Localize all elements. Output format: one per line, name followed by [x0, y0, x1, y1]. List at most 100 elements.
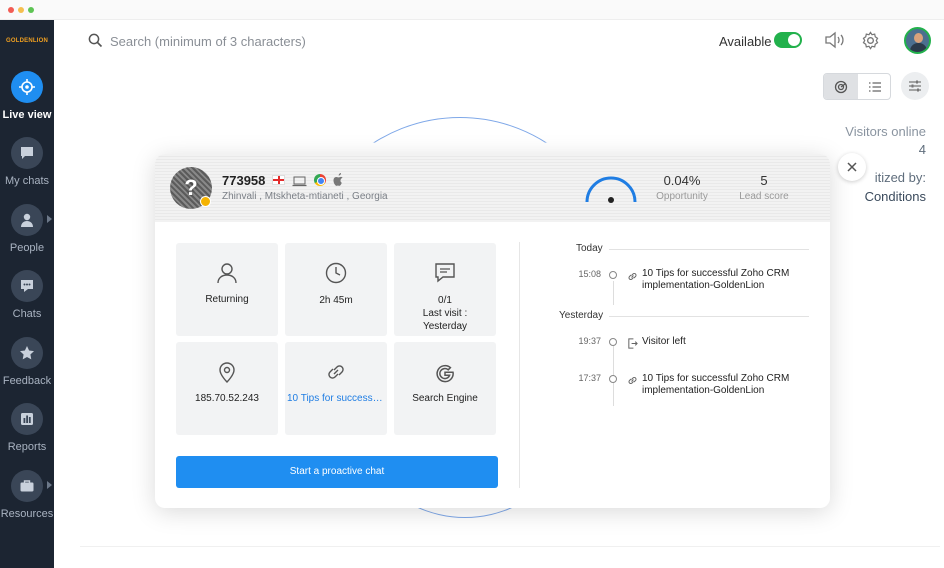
visitor-card: ? 773958 Zhinvali , Mtskheta-mtianeti , …: [155, 154, 830, 508]
close-card-button[interactable]: [838, 153, 866, 181]
timeline-time: 17:37: [578, 373, 601, 383]
chats-tile: 0/1 Last visit : Yesterday: [394, 243, 496, 336]
link-icon: [627, 269, 638, 287]
link-icon: [627, 373, 638, 391]
source-tile: Search Engine: [394, 342, 496, 435]
close-icon: [847, 162, 857, 172]
returning-tile: Returning: [176, 243, 278, 336]
link-icon: [328, 365, 344, 379]
landing-page-tile[interactable]: 10 Tips for successful Zoho CRM implemen…: [285, 342, 387, 435]
availability-label: Available: [719, 34, 772, 49]
sidebar-item-live-view[interactable]: Live view: [0, 71, 54, 131]
chats-icon: [11, 270, 43, 302]
person-icon: [11, 204, 43, 236]
prioritized-by-value[interactable]: Conditions: [865, 189, 926, 204]
tile-label: Returning: [205, 294, 249, 305]
sidebar-item-resources[interactable]: Resources: [0, 470, 54, 530]
sidebar-item-reports[interactable]: Reports: [0, 403, 54, 463]
bar-chart-icon: [11, 403, 43, 435]
view-toggle: [823, 73, 891, 100]
georgia-flag-icon: [272, 175, 285, 185]
availability-toggle[interactable]: [774, 32, 802, 48]
visitors-online-count: 4: [918, 142, 926, 157]
visitor-location: Zhinvali , Mtskheta-mtianeti , Georgia: [222, 191, 388, 202]
divider: [80, 546, 940, 547]
sidebar-item-feedback[interactable]: Feedback: [0, 337, 54, 397]
title-bar: [0, 0, 944, 20]
lead-score-value: 5: [760, 173, 768, 188]
divider: [519, 242, 520, 488]
timeline-day-yesterday: Yesterday: [559, 310, 604, 321]
chat-count: 0/1: [438, 295, 452, 306]
radar-icon: [834, 80, 848, 94]
speaker-icon[interactable]: [824, 31, 846, 54]
sidebar-item-my-chats[interactable]: My chats: [0, 137, 54, 197]
sidebar-item-people[interactable]: People: [0, 204, 54, 264]
timeline-node: [609, 375, 617, 383]
location-pin-icon: [219, 362, 235, 383]
timeline-entry-text[interactable]: 10 Tips for successful Zoho CRM implemen…: [642, 373, 822, 397]
status-indicator: [200, 196, 211, 207]
filter-button[interactable]: [901, 72, 929, 100]
timeline-node: [609, 271, 617, 279]
star-icon: [11, 337, 43, 369]
maximize-window-button[interactable]: [28, 7, 34, 13]
divider: [609, 316, 809, 317]
divider: [609, 249, 809, 250]
opportunity-gauge-icon: [585, 176, 637, 203]
visitors-online-label: Visitors online: [845, 124, 926, 139]
landing-page-link[interactable]: 10 Tips for successful Zoho CRM implemen…: [287, 392, 385, 405]
exit-icon: [627, 336, 638, 354]
visitor-id: 773958: [222, 173, 266, 188]
start-proactive-chat-button[interactable]: Start a proactive chat: [176, 456, 498, 488]
crosshair-icon: [11, 71, 43, 103]
sidebar-item-label: Feedback: [2, 375, 52, 387]
apple-icon: [333, 173, 344, 191]
brand-logo: GOLDENLION: [6, 38, 48, 44]
last-visit-label: Last visit :: [422, 308, 468, 319]
list-view-button[interactable]: [858, 74, 890, 99]
visitor-header: ? 773958 Zhinvali , Mtskheta-mtianeti , …: [155, 154, 830, 222]
radar-view-button[interactable]: [824, 74, 858, 99]
tile-label: 0/1 Last visit : Yesterday: [396, 294, 494, 333]
sidebar-item-label: People: [9, 242, 45, 254]
user-icon: [217, 263, 237, 284]
sidebar-item-label: Chats: [12, 308, 42, 320]
timeline-line-text: implementation-GoldenLion: [642, 280, 765, 291]
briefcase-icon: [11, 470, 43, 502]
sliders-icon: [909, 80, 921, 92]
timeline-line-text: 10 Tips for successful Zoho CRM: [642, 373, 790, 384]
timeline-day-today: Today: [576, 243, 603, 254]
submenu-arrow-icon: [47, 481, 52, 489]
opportunity-label: Opportunity: [656, 191, 708, 202]
sidebar-item-label: Reports: [7, 441, 47, 453]
user-avatar[interactable]: [904, 27, 931, 54]
tile-label: 2h 45m: [319, 295, 353, 306]
timeline-entry-text[interactable]: 10 Tips for successful Zoho CRM implemen…: [642, 268, 822, 292]
minimize-window-button[interactable]: [18, 7, 24, 13]
close-window-button[interactable]: [8, 7, 14, 13]
timeline-entry-text: Visitor left: [642, 336, 686, 347]
lead-score-label: Lead score: [739, 191, 789, 202]
clock-icon: [325, 262, 347, 284]
sidebar-item-chats[interactable]: Chats: [0, 270, 54, 330]
timeline-time: 15:08: [578, 269, 601, 279]
opportunity-value: 0.04%: [663, 173, 701, 188]
search-icon[interactable]: [88, 33, 103, 53]
chrome-icon: [314, 174, 326, 186]
search-input[interactable]: Search (minimum of 3 characters): [110, 34, 306, 49]
message-icon: [435, 263, 455, 283]
tile-label: Search Engine: [412, 393, 478, 404]
gear-icon[interactable]: [861, 31, 880, 55]
duration-tile: 2h 45m: [285, 243, 387, 336]
ip-address: 185.70.52.243: [195, 393, 259, 404]
sidebar-item-label: Resources: [0, 508, 54, 520]
chat-bubble-icon: [11, 137, 43, 169]
timeline-node: [609, 338, 617, 346]
sidebar-item-label: My chats: [4, 175, 49, 187]
submenu-arrow-icon: [47, 215, 52, 223]
timeline-line-text: 10 Tips for successful Zoho CRM: [642, 268, 790, 279]
last-visit-value: Yesterday: [422, 321, 468, 332]
ip-tile: 185.70.52.243: [176, 342, 278, 435]
google-icon: [436, 364, 454, 383]
